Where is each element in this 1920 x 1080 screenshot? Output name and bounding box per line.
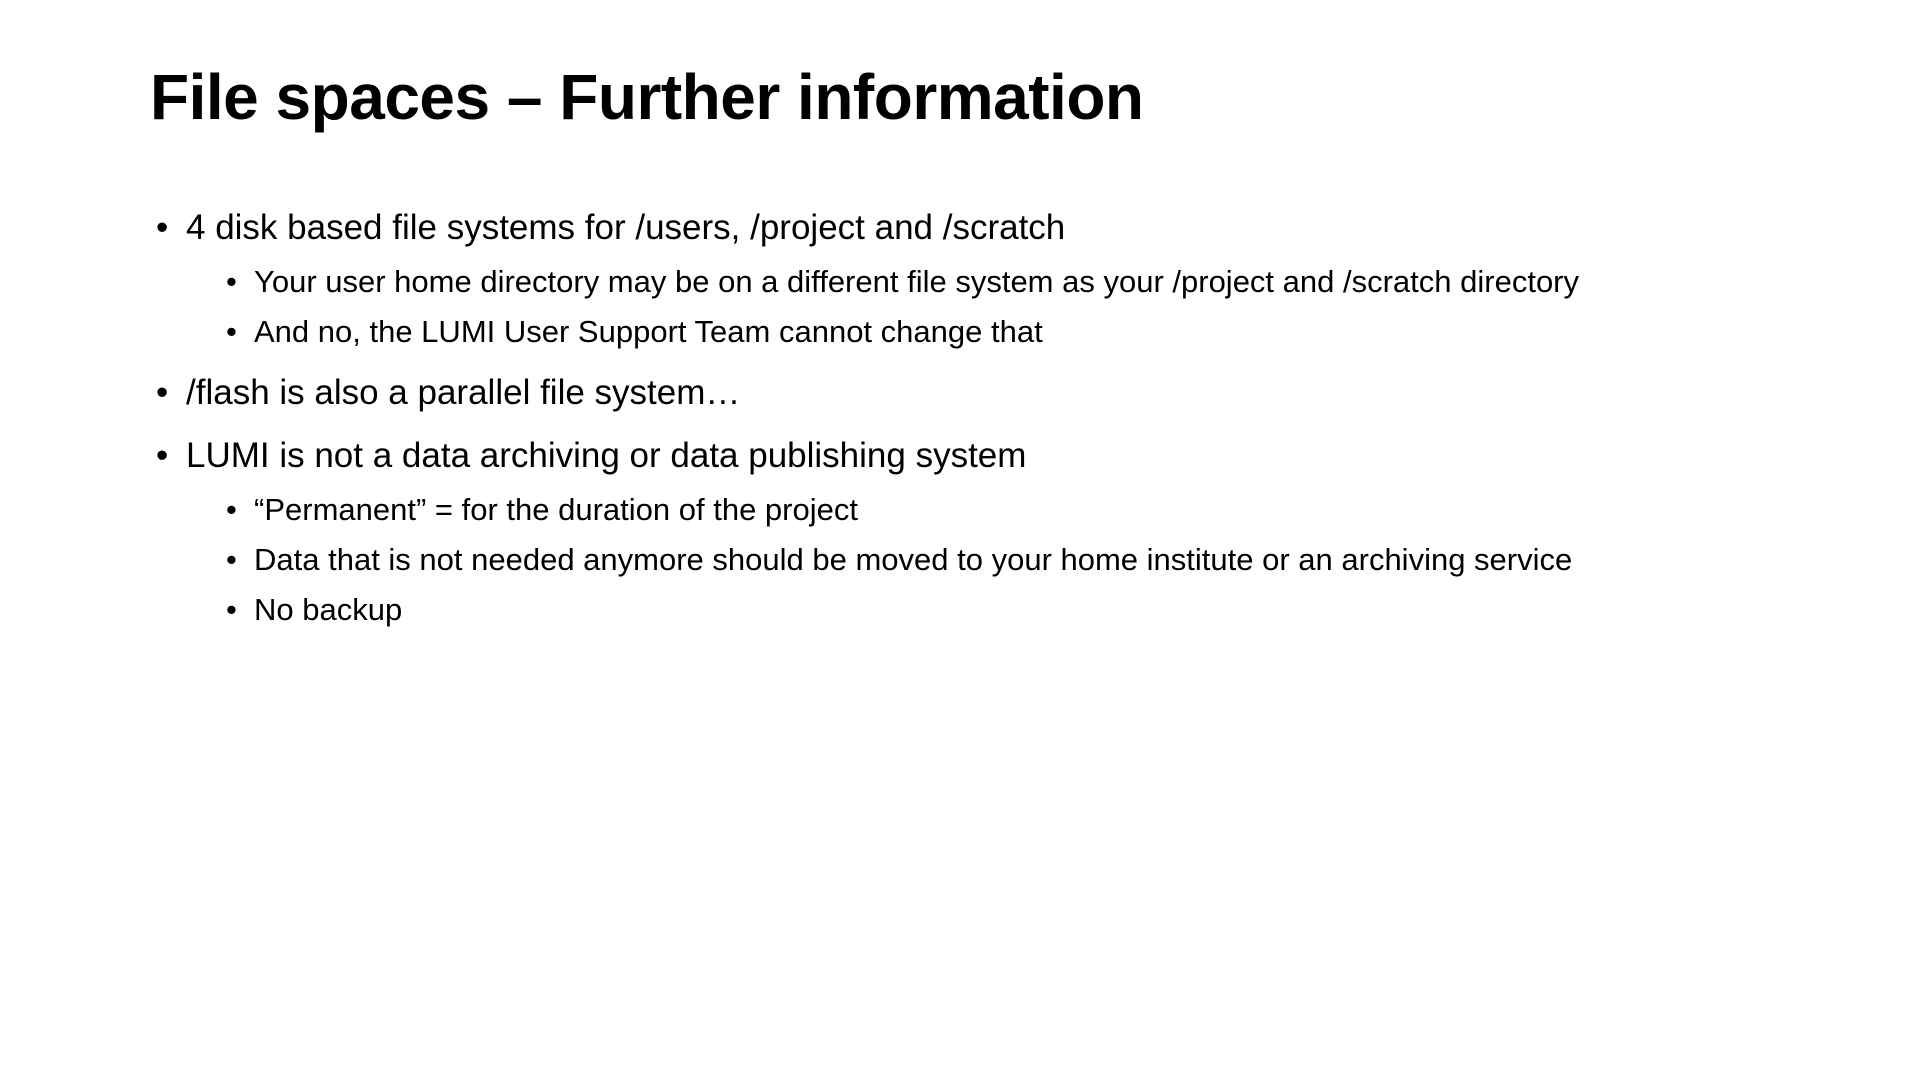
bullet-text: LUMI is not a data archiving or data pub… [186, 436, 1026, 475]
sub-bullet-text: And no, the LUMI User Support Team canno… [254, 314, 1043, 349]
bullet-item: /flash is also a parallel file system… [150, 369, 1770, 416]
bullet-item: LUMI is not a data archiving or data pub… [150, 432, 1770, 631]
sub-bullet-item: And no, the LUMI User Support Team canno… [220, 311, 1770, 353]
bullet-list-level2: Your user home directory may be on a dif… [186, 261, 1770, 353]
sub-bullet-item: “Permanent” = for the duration of the pr… [220, 489, 1770, 531]
slide-container: File spaces – Further information 4 disk… [0, 0, 1920, 1080]
sub-bullet-text: Your user home directory may be on a dif… [254, 264, 1579, 299]
slide-title: File spaces – Further information [150, 60, 1770, 134]
sub-bullet-text: Data that is not needed anymore should b… [254, 542, 1572, 577]
sub-bullet-text: “Permanent” = for the duration of the pr… [254, 492, 858, 527]
sub-bullet-item: Your user home directory may be on a dif… [220, 261, 1770, 303]
sub-bullet-text: No backup [254, 592, 402, 627]
sub-bullet-item: No backup [220, 589, 1770, 631]
bullet-item: 4 disk based file systems for /users, /p… [150, 204, 1770, 353]
bullet-text: /flash is also a parallel file system… [186, 373, 740, 412]
bullet-list-level2: “Permanent” = for the duration of the pr… [186, 489, 1770, 631]
sub-bullet-item: Data that is not needed anymore should b… [220, 539, 1770, 581]
bullet-list-level1: 4 disk based file systems for /users, /p… [150, 204, 1770, 631]
bullet-text: 4 disk based file systems for /users, /p… [186, 208, 1065, 247]
